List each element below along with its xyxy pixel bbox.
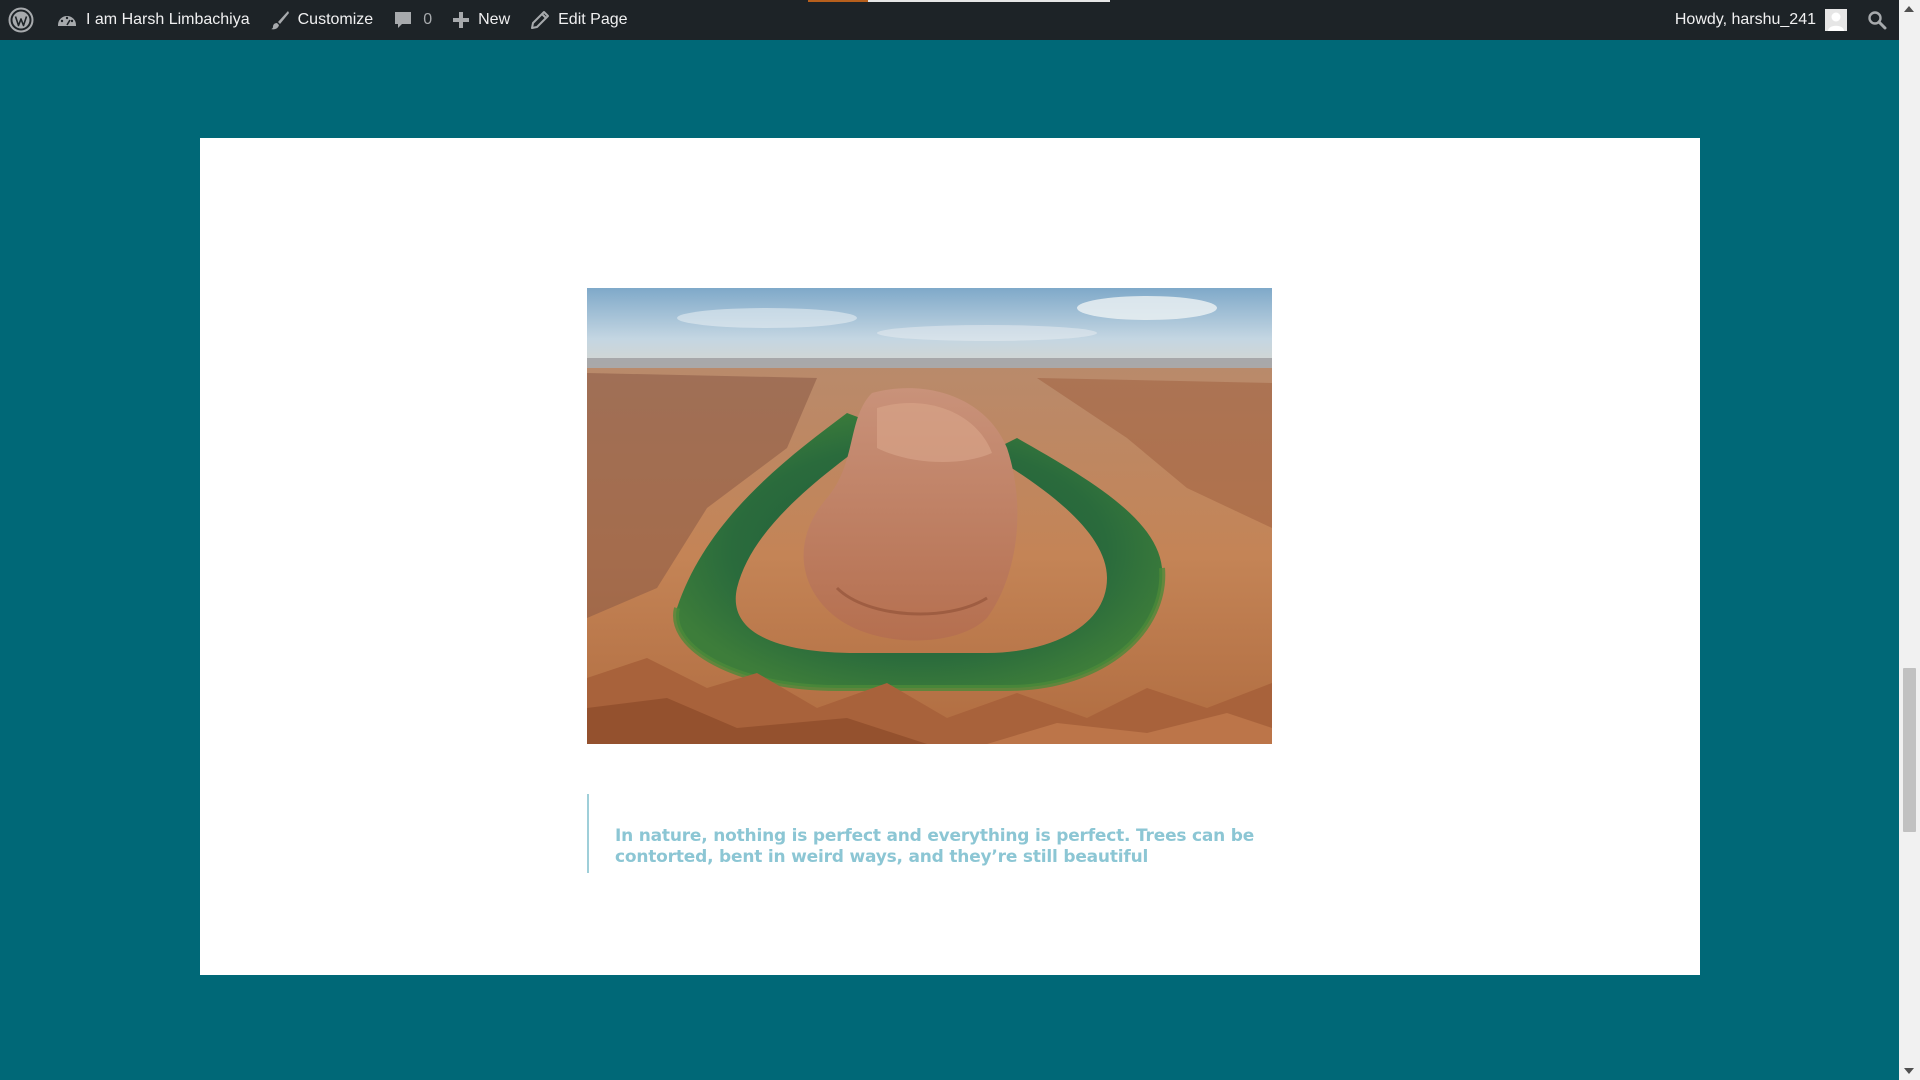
user-avatar-icon xyxy=(1825,9,1847,31)
edit-page-label: Edit Page xyxy=(558,11,628,28)
dashboard-gauge-icon xyxy=(56,11,78,29)
loading-progress-line xyxy=(868,0,1110,2)
greeting-label: Howdy, harshu_241 xyxy=(1674,11,1816,28)
comment-bubble-icon xyxy=(393,10,413,30)
plus-icon xyxy=(452,11,470,29)
scroll-thumb[interactable] xyxy=(1903,668,1916,832)
new-label: New xyxy=(478,11,511,28)
canyon-landscape-image xyxy=(587,288,1272,744)
page-scrollbar[interactable] xyxy=(1899,0,1920,1080)
comments-link[interactable]: 0 xyxy=(383,0,442,40)
content-card: In nature, nothing is perfect and everyt… xyxy=(200,138,1700,975)
pencil-icon xyxy=(530,10,550,30)
customize-link[interactable]: Customize xyxy=(260,0,384,40)
scroll-down-arrow-icon[interactable] xyxy=(1904,1068,1914,1074)
site-name-label: I am Harsh Limbachiya xyxy=(86,11,250,28)
admin-toolbar: I am Harsh Limbachiya Customize 0 New Ed… xyxy=(0,0,1899,40)
my-account-menu[interactable]: Howdy, harshu_241 xyxy=(1665,0,1859,40)
loading-progress-accent xyxy=(808,0,868,2)
admin-search-button[interactable] xyxy=(1859,0,1899,40)
new-content-link[interactable]: New xyxy=(442,0,520,40)
blockquote: In nature, nothing is perfect and everyt… xyxy=(587,794,1307,873)
search-icon xyxy=(1867,10,1887,30)
wordpress-logo-icon xyxy=(8,7,34,33)
admin-toolbar-left: I am Harsh Limbachiya Customize 0 New Ed… xyxy=(0,0,638,40)
admin-toolbar-right: Howdy, harshu_241 xyxy=(1665,0,1899,40)
comments-count: 0 xyxy=(423,11,433,28)
paintbrush-icon xyxy=(270,10,290,30)
edit-page-link[interactable]: Edit Page xyxy=(520,0,637,40)
scroll-up-arrow-icon[interactable] xyxy=(1904,6,1914,12)
customize-label: Customize xyxy=(297,11,374,28)
site-name-link[interactable]: I am Harsh Limbachiya xyxy=(46,0,260,40)
quote-text: In nature, nothing is perfect and everyt… xyxy=(615,826,1255,867)
wordpress-menu[interactable] xyxy=(0,0,46,40)
